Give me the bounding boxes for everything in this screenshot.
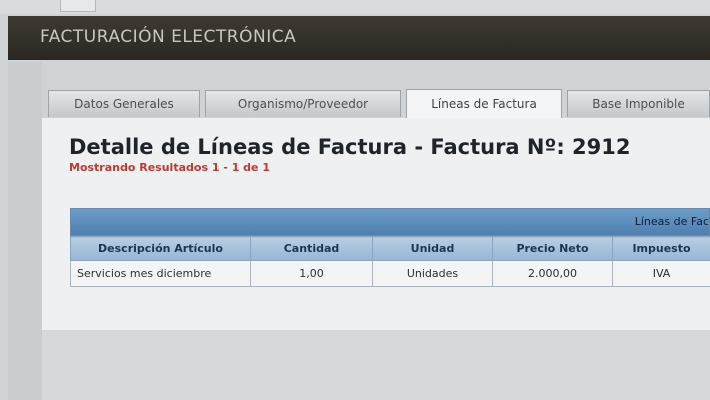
tab-organismo-proveedor[interactable]: Organismo/Proveedor xyxy=(205,90,401,117)
cell-cantidad: 1,00 xyxy=(250,260,373,287)
cell-unidad: Unidades xyxy=(372,260,493,287)
tab-base-imponible[interactable]: Base Imponible xyxy=(567,90,710,117)
results-count: Mostrando Resultados 1 - 1 de 1 xyxy=(69,161,270,174)
column-header-cantidad[interactable]: Cantidad xyxy=(250,236,373,261)
cell-descripcion: Servicios mes diciembre xyxy=(70,260,251,287)
column-header-impuesto[interactable]: Impuesto xyxy=(612,236,710,261)
browser-top-strip xyxy=(0,0,710,14)
left-gutter xyxy=(8,62,42,400)
grid-caption-label: Líneas de Fac xyxy=(634,215,709,228)
table-header-row: Descripción Artículo Cantidad Unidad Pre… xyxy=(70,236,710,261)
tab-lineas-de-factura[interactable]: Líneas de Factura xyxy=(406,89,562,118)
tab-bar: Datos Generales Organismo/Proveedor Líne… xyxy=(48,89,710,118)
app-header: FACTURACIÓN ELECTRÓNICA xyxy=(8,16,710,60)
table-row[interactable]: Servicios mes diciembre 1,00 Unidades 2.… xyxy=(70,260,710,287)
column-header-descripcion[interactable]: Descripción Artículo xyxy=(70,236,251,261)
cell-precio-neto: 2.000,00 xyxy=(492,260,613,287)
invoice-lines-table: Descripción Artículo Cantidad Unidad Pre… xyxy=(70,236,710,287)
content-panel: Detalle de Líneas de Factura - Factura N… xyxy=(42,118,710,330)
bottom-area xyxy=(42,330,710,400)
column-header-unidad[interactable]: Unidad xyxy=(372,236,493,261)
tab-datos-generales[interactable]: Datos Generales xyxy=(48,90,200,117)
cell-impuesto: IVA xyxy=(612,260,710,287)
browser-tab-stub[interactable] xyxy=(60,0,96,12)
invoice-lines-grid: Líneas de Fac Descripción Artículo Canti… xyxy=(70,208,710,287)
page-title: Detalle de Líneas de Factura - Factura N… xyxy=(69,135,631,159)
column-header-precio-neto[interactable]: Precio Neto xyxy=(492,236,613,261)
app-title: FACTURACIÓN ELECTRÓNICA xyxy=(40,27,297,47)
grid-caption: Líneas de Fac xyxy=(70,208,710,236)
